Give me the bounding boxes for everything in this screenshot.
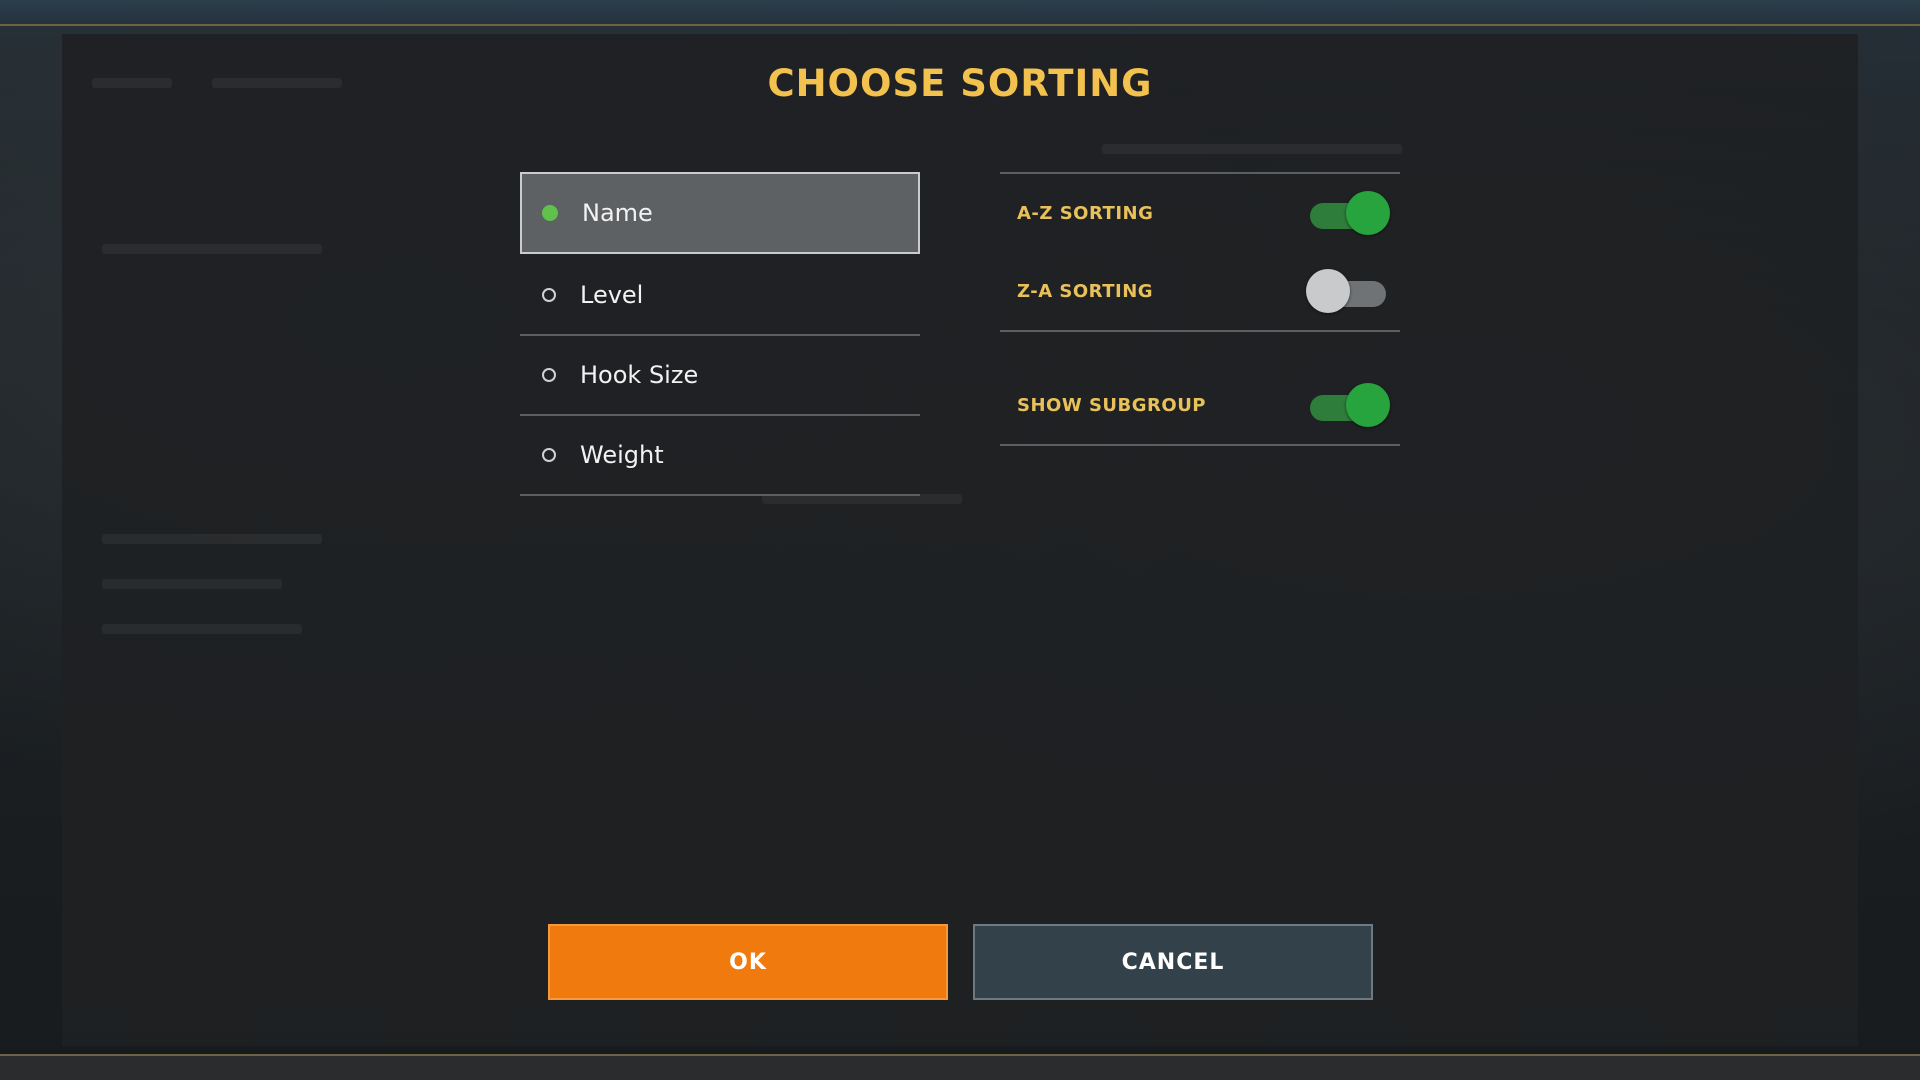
sort-option-name[interactable]: Name	[520, 172, 920, 254]
sorting-settings: A-Z SORTING Z-A SORTING SHOW SUBGROUP	[1000, 172, 1400, 446]
ghost-text	[102, 624, 302, 634]
toggle-knob	[1306, 269, 1350, 313]
radio-selected-icon	[542, 205, 558, 221]
sort-option-level[interactable]: Level	[520, 256, 920, 336]
show-subgroup-toggle[interactable]	[1310, 383, 1390, 427]
radio-icon	[542, 288, 556, 302]
show-subgroup-row: SHOW SUBGROUP	[1000, 366, 1400, 444]
sort-option-hook-size[interactable]: Hook Size	[520, 336, 920, 416]
radio-icon	[542, 448, 556, 462]
za-sorting-row: Z-A SORTING	[1000, 252, 1400, 330]
sort-direction-group: A-Z SORTING Z-A SORTING	[1000, 172, 1400, 332]
za-sorting-toggle[interactable]	[1306, 269, 1386, 313]
az-sorting-label: A-Z SORTING	[1017, 202, 1154, 224]
show-subgroup-label: SHOW SUBGROUP	[1017, 394, 1206, 416]
sort-option-label: Name	[582, 199, 653, 227]
ghost-text	[102, 534, 322, 544]
ghost-text	[102, 244, 322, 254]
sort-option-label: Hook Size	[580, 361, 699, 389]
background-panel	[62, 34, 1858, 1046]
top-bar	[0, 0, 1920, 26]
cancel-button[interactable]: CANCEL	[973, 924, 1373, 1000]
toggle-knob	[1346, 383, 1390, 427]
dialog-title: CHOOSE SORTING	[767, 62, 1153, 105]
ok-button[interactable]: OK	[548, 924, 948, 1000]
sort-option-label: Level	[580, 281, 644, 309]
az-sorting-row: A-Z SORTING	[1000, 174, 1400, 252]
az-sorting-toggle[interactable]	[1310, 191, 1390, 235]
radio-icon	[542, 368, 556, 382]
toggle-knob	[1346, 191, 1390, 235]
sort-option-weight[interactable]: Weight	[520, 416, 920, 496]
za-sorting-label: Z-A SORTING	[1017, 280, 1154, 302]
sort-option-label: Weight	[580, 441, 664, 469]
ghost-text	[1102, 144, 1402, 154]
sort-options-list: Name Level Hook Size Weight	[520, 172, 920, 496]
bottom-bar	[0, 1054, 1920, 1080]
ghost-text	[102, 579, 282, 589]
subgroup-group: SHOW SUBGROUP	[1000, 366, 1400, 446]
